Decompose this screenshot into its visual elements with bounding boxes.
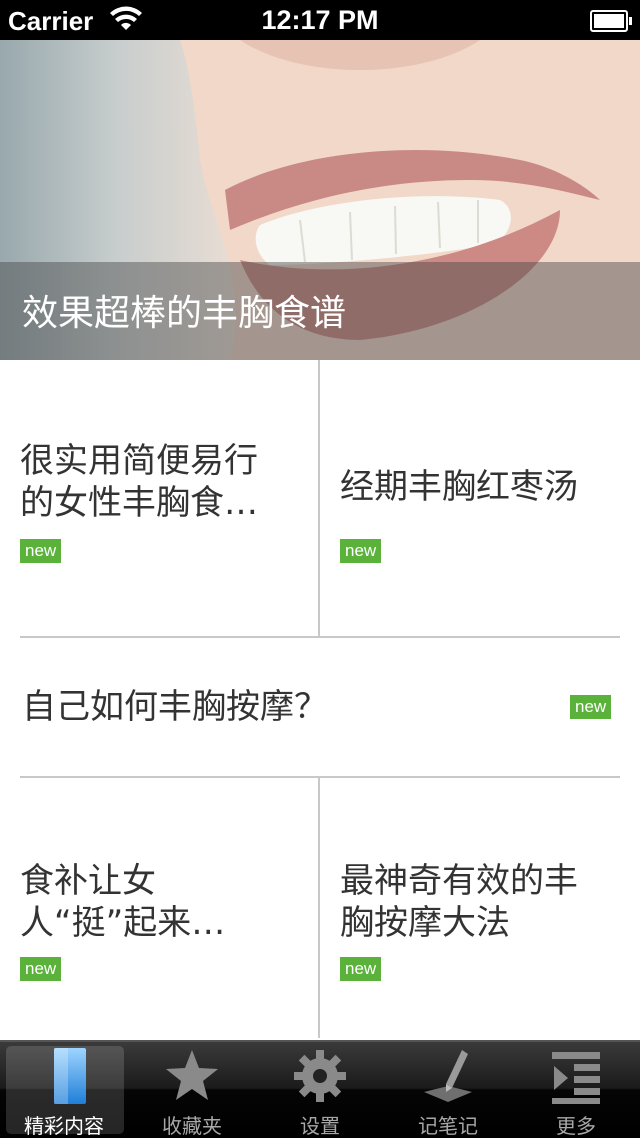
new-badge: new [340, 539, 382, 563]
article-title: 经期丰胸红枣汤 [340, 466, 630, 508]
tab-label: 精彩内容 [24, 1114, 104, 1138]
article-title-line: 最神奇有效的丰 [340, 861, 578, 901]
tab-label: 记笔记 [418, 1114, 478, 1138]
article-title-line: 胸按摩大法 [340, 903, 510, 943]
pen-icon [424, 1050, 472, 1102]
tab-settings[interactable]: 设置 [256, 1042, 384, 1138]
article-title: 很实用简便易行 的女性丰胸食… [20, 440, 310, 524]
article-title-line: 很实用简便易行 [20, 441, 258, 481]
more-icon [552, 1052, 600, 1104]
tab-bar: 精彩内容 收藏夹 设置 记笔记 更多 [0, 1040, 640, 1138]
tab-label: 更多 [556, 1114, 596, 1138]
hero-banner[interactable]: 效果超棒的丰胸食谱 [0, 40, 640, 360]
featured-icon [54, 1048, 86, 1104]
star-icon [166, 1050, 218, 1100]
battery-icon [590, 10, 632, 32]
tab-favorites[interactable]: 收藏夹 [128, 1042, 256, 1138]
article-card-1[interactable]: 很实用简便易行 的女性丰胸食… new [0, 360, 318, 636]
article-title-line: 食补让女 [20, 861, 156, 901]
article-title-line: 自己如何丰胸按摩？ [22, 687, 328, 727]
gear-icon [294, 1050, 346, 1102]
new-badge: new [570, 695, 612, 719]
new-badge: new [340, 957, 382, 981]
article-card-5[interactable]: 最神奇有效的丰 胸按摩大法 new [320, 778, 640, 1038]
article-card-4[interactable]: 食补让女 人“挺”起来… new [0, 778, 318, 1038]
article-title-line: 经期丰胸红枣汤 [340, 467, 578, 507]
article-title: 食补让女 人“挺”起来… [20, 860, 310, 944]
tab-label: 收藏夹 [162, 1114, 222, 1138]
article-title: 最神奇有效的丰 胸按摩大法 [340, 860, 630, 944]
tab-notes[interactable]: 记笔记 [384, 1042, 512, 1138]
article-title-line: 人“挺”起来… [20, 903, 226, 943]
tab-label: 设置 [300, 1114, 340, 1138]
tab-featured[interactable]: 精彩内容 [0, 1042, 128, 1138]
status-bar: Carrier 12:17 PM [0, 0, 640, 40]
article-card-2[interactable]: 经期丰胸红枣汤 new [320, 360, 640, 636]
article-title-line: 的女性丰胸食… [20, 483, 258, 523]
article-card-3[interactable]: 自己如何丰胸按摩？ new [0, 638, 640, 776]
tab-more[interactable]: 更多 [512, 1042, 640, 1138]
hero-caption: 效果超棒的丰胸食谱 [22, 293, 347, 334]
clock: 12:17 PM [261, 5, 379, 35]
new-badge: new [20, 957, 62, 981]
new-badge: new [20, 539, 62, 563]
article-title: 自己如何丰胸按摩？ [22, 686, 542, 728]
